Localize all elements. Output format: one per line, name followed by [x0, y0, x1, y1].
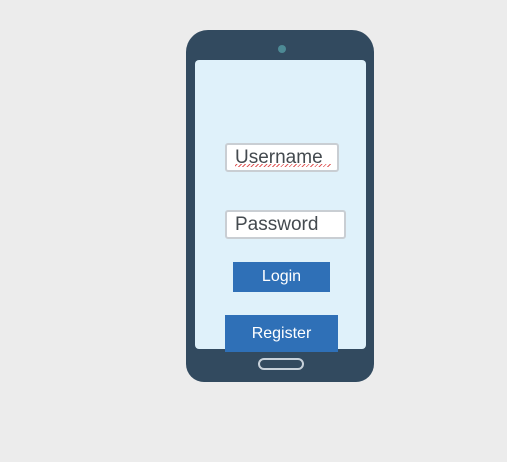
phone-frame: Username Password Login Register: [186, 30, 374, 382]
login-button[interactable]: Login: [233, 262, 330, 292]
password-placeholder: Password: [235, 214, 319, 235]
spellcheck-underline: [235, 164, 331, 167]
password-input[interactable]: Password: [225, 210, 346, 239]
home-button[interactable]: [258, 358, 304, 370]
register-button[interactable]: Register: [225, 315, 338, 352]
phone-screen: Username Password Login Register: [195, 60, 366, 352]
camera-icon: [278, 45, 286, 53]
username-input[interactable]: Username: [225, 143, 339, 172]
